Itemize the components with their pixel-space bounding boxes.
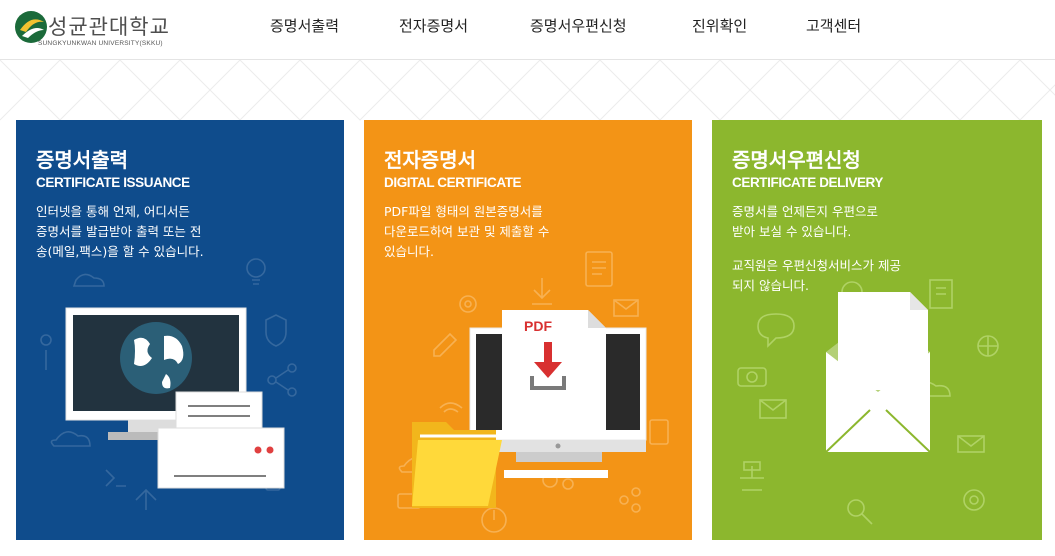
pdf-label: PDF: [524, 318, 552, 334]
desc-line: 다운로드하여 보관 및 제출할 수: [384, 224, 550, 239]
card-certificate-issuance[interactable]: 증명서출력 CERTIFICATE ISSUANCE 인터넷을 통해 언제, 어…: [16, 120, 344, 540]
card-description: 증명서를 언제든지 우편으로 받아 보실 수 있습니다.: [732, 202, 878, 242]
computer-print-illustration: [40, 258, 297, 510]
card-title: 증명서출력: [36, 148, 128, 172]
nav-digital-certificate[interactable]: 전자증명서: [399, 0, 468, 58]
card-certificate-delivery[interactable]: 증명서우편신청 CERTIFICATE DELIVERY 증명서를 언제든지 우…: [712, 120, 1042, 540]
card-subtitle: CERTIFICATE DELIVERY: [732, 175, 884, 190]
card-digital-certificate[interactable]: 전자증명서 DIGITAL CERTIFICATE PDF파일 형태의 원본증명…: [364, 120, 692, 540]
logo-name: 성균관대학교: [48, 15, 170, 39]
desc-line: PDF파일 형태의 원본증명서를: [384, 204, 543, 219]
card-title: 증명서우편신청: [732, 148, 861, 172]
desc-line: 인터넷을 통해 언제, 어디서든: [36, 204, 190, 219]
card-title: 전자증명서: [384, 148, 476, 172]
pdf-download-illustration: PDF: [397, 251, 669, 533]
desc-line: 받아 보실 수 있습니다.: [732, 224, 852, 239]
logo-english: SUNGKYUNKWAN UNIVERSITY(SKKU): [38, 40, 163, 47]
nav-certificate-mail[interactable]: 증명서우편신청: [530, 0, 627, 58]
skku-emblem-icon: [15, 11, 47, 43]
card-subtitle: DIGITAL CERTIFICATE: [384, 175, 522, 190]
site-header: 성균관대학교 SUNGKYUNKWAN UNIVERSITY(SKKU) 증명서…: [0, 0, 1055, 60]
nav-authenticity-check[interactable]: 진위확인: [692, 0, 747, 58]
card-subtitle: CERTIFICATE ISSUANCE: [36, 175, 190, 190]
nav-certificate-print[interactable]: 증명서출력: [270, 0, 339, 58]
nav-customer-center[interactable]: 고객센터: [806, 0, 861, 58]
university-logo[interactable]: 성균관대학교 SUNGKYUNKWAN UNIVERSITY(SKKU): [14, 8, 189, 52]
desc-line: 증명서를 언제든지 우편으로: [732, 204, 878, 219]
envelope-illustration: [737, 279, 999, 525]
desc-line: 증명서를 발급받아 출력 또는 전: [36, 224, 202, 239]
